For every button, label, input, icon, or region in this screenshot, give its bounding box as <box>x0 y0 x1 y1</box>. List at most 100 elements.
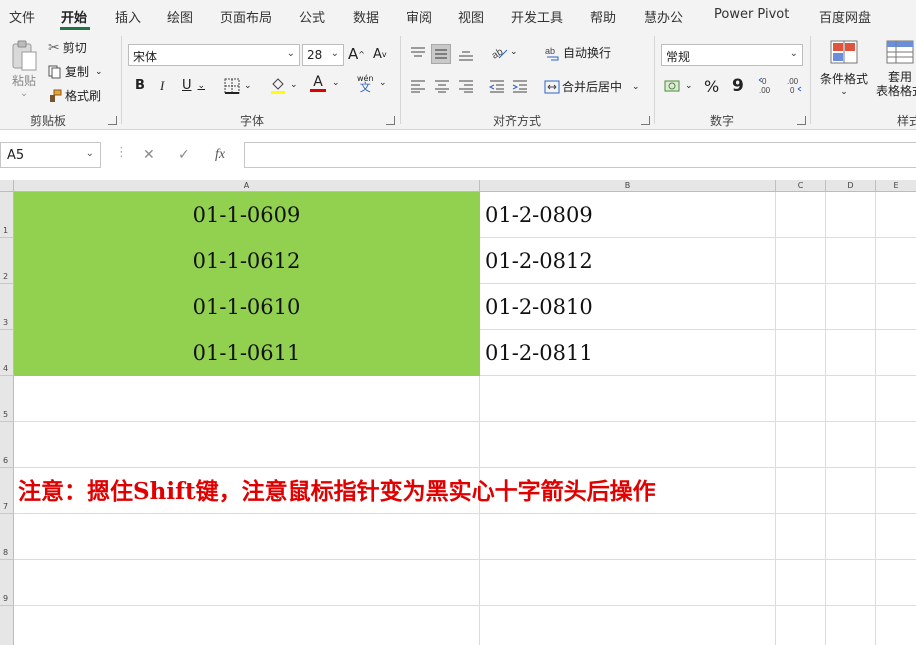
tab-file[interactable]: 文件 <box>9 7 35 26</box>
grid-cell[interactable] <box>826 238 876 284</box>
cell-a2[interactable]: 01-1-0612 <box>14 238 480 284</box>
grid-cell[interactable] <box>876 422 916 468</box>
row-header-8[interactable]: 8 <box>0 514 14 560</box>
grid-cell[interactable] <box>776 560 826 606</box>
grid-cell[interactable] <box>776 238 826 284</box>
chevron-down-icon[interactable]: ⌄ <box>379 78 387 88</box>
align-center-button[interactable] <box>434 79 450 93</box>
cell-a4[interactable]: 01-1-0611 <box>14 330 480 376</box>
grid-cell[interactable] <box>826 606 876 645</box>
grid-cell[interactable] <box>826 192 876 238</box>
grid-cell[interactable] <box>876 192 916 238</box>
cell-b3[interactable]: 01-2-0810 <box>480 284 776 330</box>
accounting-format-button[interactable]: ⌄ <box>664 78 693 94</box>
name-box[interactable]: A5 ⌄ <box>0 142 101 168</box>
grid-cell[interactable] <box>826 422 876 468</box>
row-header-1[interactable]: 1 <box>0 192 14 238</box>
row-header-3[interactable]: 3 <box>0 284 14 330</box>
grid-cell[interactable] <box>480 422 776 468</box>
row-header-2[interactable]: 2 <box>0 238 14 284</box>
grid-cell[interactable] <box>776 192 826 238</box>
underline-button[interactable]: U ⌄ <box>182 78 205 93</box>
percent-button[interactable]: % <box>704 77 719 96</box>
decrease-decimal-button[interactable]: .00 0 <box>784 76 802 94</box>
row-header-7[interactable]: 7 <box>0 468 14 514</box>
select-all-corner[interactable] <box>0 180 14 192</box>
column-header-b[interactable]: B <box>480 180 776 192</box>
orientation-button[interactable]: ab ⌄ <box>490 44 518 60</box>
merge-center-button[interactable]: 合并后居中 ⌄ <box>544 78 640 95</box>
cancel-icon[interactable]: ✕ <box>143 147 155 163</box>
font-size-select[interactable]: 28 ⌄ <box>302 44 344 66</box>
increase-decimal-button[interactable]: 0.00 <box>758 76 776 94</box>
fill-color-button[interactable]: ⌄ <box>270 76 298 94</box>
row-header-4[interactable]: 4 <box>0 330 14 376</box>
number-format-select[interactable]: 常规 ⌄ <box>661 44 803 66</box>
italic-button[interactable]: I <box>160 78 164 94</box>
align-right-button[interactable] <box>458 79 474 93</box>
comma-style-button[interactable]: 9 <box>732 76 744 96</box>
grid-cell[interactable] <box>826 560 876 606</box>
clipboard-launcher-icon[interactable] <box>108 116 117 125</box>
grid-cell[interactable] <box>876 238 916 284</box>
tab-data[interactable]: 数据 <box>353 7 379 26</box>
cell-b2[interactable]: 01-2-0812 <box>480 238 776 284</box>
tab-draw[interactable]: 绘图 <box>167 7 193 26</box>
align-top-button[interactable] <box>410 46 426 60</box>
grid-cell[interactable] <box>480 560 776 606</box>
grid-cell[interactable] <box>776 422 826 468</box>
font-launcher-icon[interactable] <box>386 116 395 125</box>
cell-b1[interactable]: 01-2-0809 <box>480 192 776 238</box>
grid-cell[interactable] <box>876 560 916 606</box>
cell-b4[interactable]: 01-2-0811 <box>480 330 776 376</box>
row-header-6[interactable]: 6 <box>0 422 14 468</box>
conditional-format-button[interactable]: 条件格式 ⌄ <box>818 40 870 97</box>
cell-a3[interactable]: 01-1-0610 <box>14 284 480 330</box>
grow-font-button[interactable]: A ^ <box>348 45 365 63</box>
copy-button[interactable]: 复制 ⌄ <box>48 63 103 80</box>
align-middle-button[interactable] <box>431 44 451 64</box>
grid-cell[interactable] <box>776 468 826 514</box>
enter-icon[interactable]: ✓ <box>178 147 190 163</box>
column-header-c[interactable]: C <box>776 180 826 192</box>
paste-button[interactable]: 粘贴 ⌄ <box>8 40 40 99</box>
decrease-indent-button[interactable] <box>489 79 505 93</box>
cell-a1[interactable]: 01-1-0609 <box>14 192 480 238</box>
column-header-e[interactable]: E <box>876 180 916 192</box>
tab-developer[interactable]: 开发工具 <box>511 7 563 26</box>
grid-cell[interactable] <box>776 606 826 645</box>
grid-cell[interactable] <box>876 284 916 330</box>
font-name-select[interactable]: 宋体 ⌄ <box>128 44 300 66</box>
column-header-d[interactable]: D <box>826 180 876 192</box>
grid-cell[interactable] <box>826 330 876 376</box>
row-header-9[interactable]: 9 <box>0 560 14 606</box>
borders-button[interactable]: ⌄ <box>224 78 252 94</box>
grid-cell[interactable] <box>876 514 916 560</box>
grid-cell[interactable] <box>14 560 480 606</box>
grid-cell[interactable] <box>14 606 480 645</box>
row-header-5[interactable]: 5 <box>0 376 14 422</box>
grid-cell[interactable] <box>480 376 776 422</box>
shrink-font-button[interactable]: Av <box>373 47 387 62</box>
align-bottom-button[interactable] <box>458 46 474 62</box>
tab-baidu-netdisk[interactable]: 百度网盘 <box>819 7 871 26</box>
grid-cell[interactable] <box>826 468 876 514</box>
grid-cell[interactable] <box>776 514 826 560</box>
format-painter-button[interactable]: 格式刷 <box>48 87 101 104</box>
grid-cell[interactable] <box>876 606 916 645</box>
tab-view[interactable]: 视图 <box>458 7 484 26</box>
grid-cell[interactable] <box>876 468 916 514</box>
column-header-a[interactable]: A <box>14 180 480 192</box>
grid-cell[interactable] <box>480 514 776 560</box>
tab-insert[interactable]: 插入 <box>115 7 141 26</box>
tab-page-layout[interactable]: 页面布局 <box>220 7 272 26</box>
number-launcher-icon[interactable] <box>797 116 806 125</box>
align-left-button[interactable] <box>410 79 426 93</box>
tab-formulas[interactable]: 公式 <box>299 7 325 26</box>
grid-cell[interactable] <box>826 284 876 330</box>
phonetic-button[interactable]: wén 文 <box>357 74 374 93</box>
bold-button[interactable]: B <box>135 78 145 93</box>
chevron-down-icon[interactable]: ⌄ <box>332 78 340 88</box>
grid-cell[interactable] <box>826 376 876 422</box>
alignment-launcher-icon[interactable] <box>641 116 650 125</box>
